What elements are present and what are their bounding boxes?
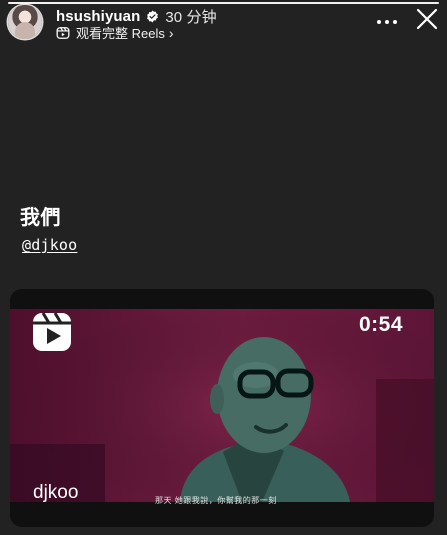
watch-full-reels-link[interactable]: 观看完整 Reels › <box>56 23 174 42</box>
more-options-button[interactable] <box>372 8 402 36</box>
post-caption: 我們 <box>20 207 61 229</box>
reel-preview-card[interactable]: 0:54 djkoo 那天 她跟我說，你幫我的那一刻 <box>10 289 434 527</box>
close-button[interactable] <box>412 4 442 34</box>
reels-icon-large <box>33 312 71 351</box>
chevron-right-icon: › <box>168 24 174 41</box>
verified-badge-icon <box>147 10 159 23</box>
reel-duration: 0:54 <box>359 313 404 336</box>
reel-author: djkoo <box>33 482 79 503</box>
user-avatar[interactable] <box>8 5 42 39</box>
watch-full-reels-label: 观看完整 Reels <box>76 26 165 41</box>
reel-thumbnail-person <box>10 309 434 502</box>
reel-subtitle: 那天 她跟我說，你幫我的那一刻 <box>155 496 277 505</box>
reel-thumbnail <box>10 309 434 502</box>
more-dots-icon <box>377 20 397 24</box>
reels-icon <box>56 26 70 39</box>
story-header: hsushiyuan 30 分钟 观看完整 Reels › <box>0 0 447 44</box>
mention-link[interactable]: @djkoo <box>22 236 77 254</box>
close-icon <box>416 8 438 30</box>
